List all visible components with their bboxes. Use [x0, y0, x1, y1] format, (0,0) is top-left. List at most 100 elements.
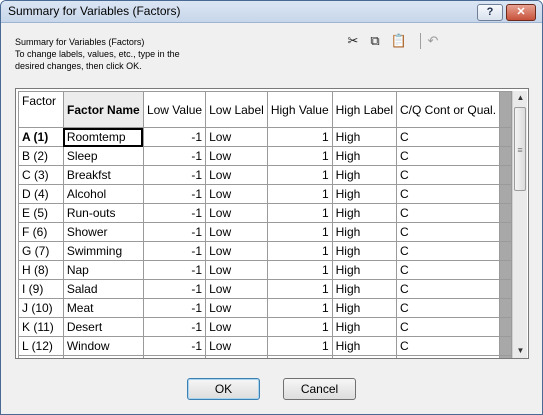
cell-low-label[interactable]: Low [205, 317, 268, 337]
scroll-thumb[interactable]: ≡ [514, 107, 526, 191]
cell-low-value[interactable]: -1 [142, 355, 207, 358]
cell-low-value[interactable]: -1 [142, 241, 207, 261]
title-bar: Summary for Variables (Factors) ? ✕ [1, 1, 542, 23]
cell-name[interactable]: Desert [62, 317, 144, 337]
cell-high-value[interactable]: 1 [266, 222, 333, 242]
cell-name[interactable]: Roomtemp [62, 127, 144, 147]
cell-low-value[interactable]: -1 [142, 317, 207, 337]
cell-low-value[interactable]: -1 [142, 260, 207, 280]
cell-cq[interactable]: C [396, 184, 501, 204]
cell-high-label[interactable]: High [331, 165, 398, 185]
scroll-down-icon[interactable]: ▼ [513, 344, 528, 358]
cell-low-label[interactable]: Low [205, 260, 268, 280]
toolbar-separator [420, 33, 421, 49]
copy-icon[interactable]: ⧉ [365, 31, 385, 51]
paste-icon[interactable]: 📋 [389, 31, 409, 51]
cell-cq[interactable]: C [396, 127, 501, 147]
cell-high-value[interactable]: 1 [266, 184, 333, 204]
cell-low-label[interactable]: Low [205, 146, 268, 166]
cell-low-label[interactable]: Low [205, 355, 268, 358]
cell-low-label[interactable]: Low [205, 298, 268, 318]
cell-cq[interactable]: C [396, 222, 501, 242]
cell-name[interactable]: Window [62, 336, 144, 356]
cell-high-value[interactable]: 1 [266, 355, 333, 358]
cell-filler [499, 317, 512, 337]
cell-low-label[interactable]: Low [205, 336, 268, 356]
cell-low-value[interactable]: -1 [142, 127, 207, 147]
header-row: Factor Factor Name Low Value Low Label H… [18, 91, 512, 128]
table-row: B (2) Sleep -1 Low 1 High C [18, 146, 512, 166]
cell-high-value[interactable]: 1 [266, 127, 333, 147]
cancel-button[interactable]: Cancel [283, 378, 356, 400]
scroll-up-icon[interactable]: ▲ [513, 91, 528, 105]
cell-low-value[interactable]: -1 [142, 279, 207, 299]
cell-low-label[interactable]: Low [205, 184, 268, 204]
cell-cq[interactable]: C [396, 241, 501, 261]
cell-low-value[interactable]: -1 [142, 336, 207, 356]
cell-name[interactable]: Sleep [62, 146, 144, 166]
cell-cq[interactable]: C [396, 260, 501, 280]
cell-cq[interactable]: C [396, 317, 501, 337]
cell-name[interactable]: Swimming [62, 241, 144, 261]
cell-low-label[interactable]: Low [205, 203, 268, 223]
cell-low-label[interactable]: Low [205, 222, 268, 242]
cell-high-value[interactable]: 1 [266, 260, 333, 280]
table-row: I (9) Salad -1 Low 1 High C [18, 279, 512, 299]
cell-high-label[interactable]: High [331, 127, 398, 147]
help-button[interactable]: ? [477, 4, 503, 21]
cell-low-label[interactable]: Low [205, 241, 268, 261]
cell-low-label[interactable]: Low [205, 279, 268, 299]
table-row: F (6) Shower -1 Low 1 High C [18, 222, 512, 242]
cell-factor: D (4) [18, 184, 64, 204]
cut-icon[interactable]: ✂ [343, 31, 363, 51]
cell-high-label[interactable]: High [331, 260, 398, 280]
cell-low-label[interactable]: Low [205, 127, 268, 147]
cell-cq[interactable]: C [396, 203, 501, 223]
cell-high-label[interactable]: High [331, 203, 398, 223]
cell-high-label[interactable]: High [331, 184, 398, 204]
cell-name[interactable]: Run-outs [62, 203, 144, 223]
cell-filler [499, 241, 512, 261]
cell-low-value[interactable]: -1 [142, 184, 207, 204]
cell-cq[interactable]: C [396, 336, 501, 356]
undo-icon[interactable]: ↶ [423, 31, 443, 51]
cell-high-label[interactable]: High [331, 222, 398, 242]
cell-high-label[interactable]: High [331, 279, 398, 299]
cell-high-value[interactable]: 1 [266, 146, 333, 166]
cell-cq[interactable]: C [396, 279, 501, 299]
cell-low-value[interactable]: -1 [142, 146, 207, 166]
vertical-scrollbar[interactable]: ▲ ≡ ▼ [512, 91, 527, 358]
cell-low-value[interactable]: -1 [142, 203, 207, 223]
cell-cq[interactable]: C [396, 355, 501, 358]
close-button[interactable]: ✕ [506, 4, 536, 21]
cell-low-value[interactable]: -1 [142, 165, 207, 185]
cell-high-value[interactable]: 1 [266, 241, 333, 261]
cell-high-label[interactable]: High [331, 355, 398, 358]
cell-cq[interactable]: C [396, 298, 501, 318]
cell-high-label[interactable]: High [331, 298, 398, 318]
cell-name[interactable]: Breakfst [62, 165, 144, 185]
cell-name[interactable]: Shower [62, 222, 144, 242]
cell-high-label[interactable]: High [331, 241, 398, 261]
cell-low-value[interactable]: -1 [142, 298, 207, 318]
cell-cq[interactable]: C [396, 146, 501, 166]
cell-name[interactable]: Exits [62, 355, 144, 358]
cell-high-value[interactable]: 1 [266, 279, 333, 299]
cell-name[interactable]: Nap [62, 260, 144, 280]
cell-high-value[interactable]: 1 [266, 336, 333, 356]
cell-high-label[interactable]: High [331, 146, 398, 166]
cell-high-value[interactable]: 1 [266, 317, 333, 337]
cell-cq[interactable]: C [396, 165, 501, 185]
cell-high-value[interactable]: 1 [266, 165, 333, 185]
cell-low-label[interactable]: Low [205, 165, 268, 185]
cell-name[interactable]: Salad [62, 279, 144, 299]
cell-high-label[interactable]: High [331, 336, 398, 356]
ok-button[interactable]: OK [187, 378, 260, 400]
cell-filler [499, 336, 512, 356]
cell-low-value[interactable]: -1 [142, 222, 207, 242]
cell-high-value[interactable]: 1 [266, 298, 333, 318]
cell-name[interactable]: Alcohol [62, 184, 144, 204]
cell-name[interactable]: Meat [62, 298, 144, 318]
cell-high-value[interactable]: 1 [266, 203, 333, 223]
cell-high-label[interactable]: High [331, 317, 398, 337]
